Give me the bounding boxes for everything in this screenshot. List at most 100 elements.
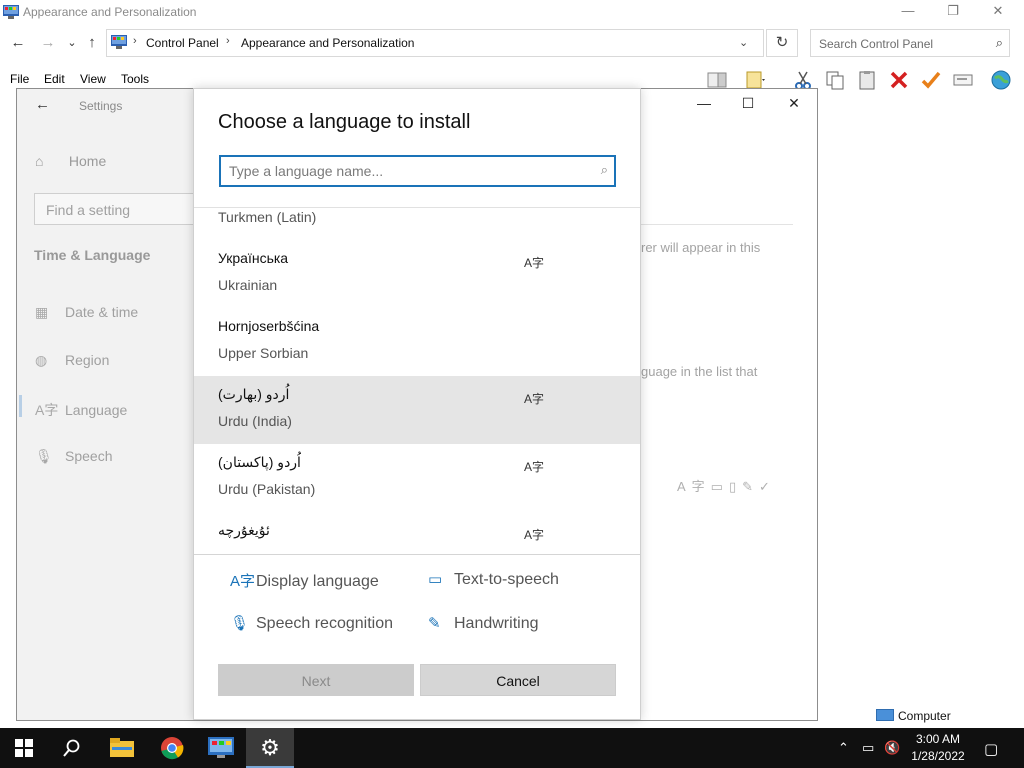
breadcrumb-control-panel[interactable]: Control Panel (146, 36, 219, 50)
spell-check-icon: ✓ (759, 479, 776, 494)
address-box[interactable]: › Control Panel › Appearance and Persona… (106, 29, 764, 57)
taskbar-chrome[interactable] (148, 728, 196, 768)
menu-tools[interactable]: Tools (121, 72, 149, 86)
dialog-title: Choose a language to install (218, 111, 471, 133)
text-to-speech-icon: ▭ (428, 571, 443, 588)
find-setting-input[interactable]: Find a setting (34, 193, 204, 225)
copy-icon[interactable] (824, 69, 846, 91)
legend-label: Speech recognition (256, 615, 393, 632)
file-explorer-icon (110, 738, 134, 757)
search-icon (63, 739, 80, 757)
nav-language[interactable]: A字 Language (35, 400, 127, 420)
network-icon[interactable]: ▭ (862, 740, 874, 756)
language-search-input[interactable] (229, 161, 569, 181)
back-button[interactable]: ← (8, 33, 28, 53)
language-english-name: Urdu (India) (218, 413, 292, 429)
up-button[interactable]: ↑ (82, 33, 102, 53)
refresh-button[interactable]: ↻ (766, 29, 798, 57)
forward-button[interactable]: → (38, 33, 58, 53)
globe-icon: ◍ (35, 352, 48, 368)
settings-minimize-button[interactable]: — (689, 95, 719, 117)
search-placeholder: Search Control Panel (819, 37, 934, 51)
legend-label: Text-to-speech (454, 571, 559, 588)
chrome-icon (161, 737, 184, 760)
start-button[interactable] (0, 728, 48, 768)
settings-home[interactable]: ⌂ Home (35, 153, 106, 169)
cancel-button[interactable]: Cancel (420, 664, 616, 696)
language-native-name: اُردو (بھارت) (218, 386, 290, 402)
clock-date: 1/28/2022 (911, 749, 965, 763)
checkmark-icon[interactable] (920, 69, 942, 91)
language-row-ukrainian[interactable]: Українська Ukrainian A字 (194, 240, 640, 308)
language-row-turkmen[interactable]: Turkmen (Latin) (194, 208, 640, 240)
start-icon (15, 739, 33, 757)
taskbar-file-explorer[interactable] (98, 728, 146, 768)
display-language-icon: A字 (524, 256, 545, 270)
explorer-title-bar: Appearance and Personalization — ❐ ✕ (0, 0, 1024, 26)
properties-icon[interactable] (952, 69, 974, 91)
background-input-line (641, 197, 793, 225)
legend-handwriting: ✎ Handwriting (428, 614, 538, 633)
menu-file[interactable]: File (10, 72, 29, 86)
settings-maximize-button[interactable]: ☐ (733, 95, 763, 117)
computer-icon (876, 709, 894, 721)
language-native-name: ئۇيغۇرچە (218, 522, 270, 538)
divider (194, 554, 640, 555)
section-title: Time & Language (34, 247, 151, 263)
settings-close-button[interactable]: ✕ (779, 95, 809, 117)
legend-label: Display language (256, 573, 379, 590)
language-row-upper-sorbian[interactable]: Hornjoserbšćina Upper Sorbian (194, 308, 640, 376)
nav-speech[interactable]: 🎙 Speech (35, 448, 112, 465)
legend-text-to-speech: ▭ Text-to-speech (428, 570, 559, 589)
background-text: rer will appear in this (641, 240, 761, 255)
nav-label: Date & time (65, 304, 139, 320)
address-dropdown-icon[interactable]: ⌄ (739, 36, 748, 49)
language-english-name: Urdu (Pakistan) (218, 481, 316, 497)
language-native-name: Українська (218, 250, 289, 266)
clock-time: 3:00 AM (915, 732, 961, 746)
language-search-box[interactable]: ⌕ (219, 155, 616, 187)
breadcrumb-separator: › (133, 35, 137, 47)
recent-locations-button[interactable]: ⌄ (62, 33, 82, 53)
calendar-icon: ▦ (35, 304, 49, 320)
menu-edit[interactable]: Edit (44, 72, 65, 86)
next-button[interactable]: Next (218, 664, 414, 696)
language-row-urdu-pakistan[interactable]: اُردو (پاکستان) Urdu (Pakistan) A字 (194, 444, 640, 512)
taskbar-search-button[interactable] (48, 728, 96, 768)
globe-icon[interactable] (990, 69, 1012, 91)
control-panel-icon (3, 5, 19, 19)
show-hidden-icons-chevron-icon[interactable]: ⌃ (838, 740, 849, 756)
home-icon: ⌂ (35, 153, 44, 169)
taskbar-control-panel[interactable] (197, 728, 245, 768)
nav-label: Speech (65, 448, 113, 464)
nav-region[interactable]: ◍ Region (35, 352, 109, 369)
search-control-panel-input[interactable]: Search Control Panel ⌕ (810, 29, 1010, 57)
language-list[interactable]: Turkmen (Latin) Українська Ukrainian A字 … (194, 208, 640, 554)
settings-back-button[interactable]: ← (35, 96, 50, 113)
display-language-icon: A字 (524, 392, 545, 406)
language-english-name: Ukrainian (218, 277, 278, 293)
address-bar-row: ← → ⌄ ↑ › Control Panel › Appearance and… (0, 28, 1024, 58)
language-row-uyghur[interactable]: ئۇيغۇرچە A字 (194, 512, 640, 554)
clock[interactable]: 3:00 AM 1/28/2022 (902, 731, 974, 765)
menu-view[interactable]: View (80, 72, 106, 86)
delete-icon[interactable] (888, 69, 910, 91)
nav-date-time[interactable]: ▦ Date & time (35, 304, 138, 321)
display-language-icon: A字 (677, 479, 711, 494)
breadcrumb-appearance[interactable]: Appearance and Personalization (241, 36, 414, 50)
control-panel-icon (208, 737, 234, 758)
settings-content-area (641, 89, 817, 720)
action-center-icon[interactable]: ▢ (984, 740, 998, 758)
volume-muted-icon[interactable]: 🔇 (884, 740, 900, 756)
language-row-urdu-india[interactable]: اُردو (بھارت) Urdu (India) A字 (194, 376, 640, 444)
language-icon: A字 (35, 402, 59, 418)
paste-icon[interactable] (856, 69, 878, 91)
minimize-button[interactable]: — (885, 0, 931, 24)
text-to-speech-icon: ▭ (710, 479, 729, 494)
taskbar-settings[interactable]: ⚙ (246, 728, 294, 768)
close-button[interactable]: ✕ (975, 0, 1021, 24)
restore-button[interactable]: ❐ (930, 0, 976, 24)
search-icon: ⌕ (600, 162, 608, 177)
background-text: guage in the list that (641, 364, 758, 379)
microphone-icon: 🎙 (35, 448, 53, 464)
